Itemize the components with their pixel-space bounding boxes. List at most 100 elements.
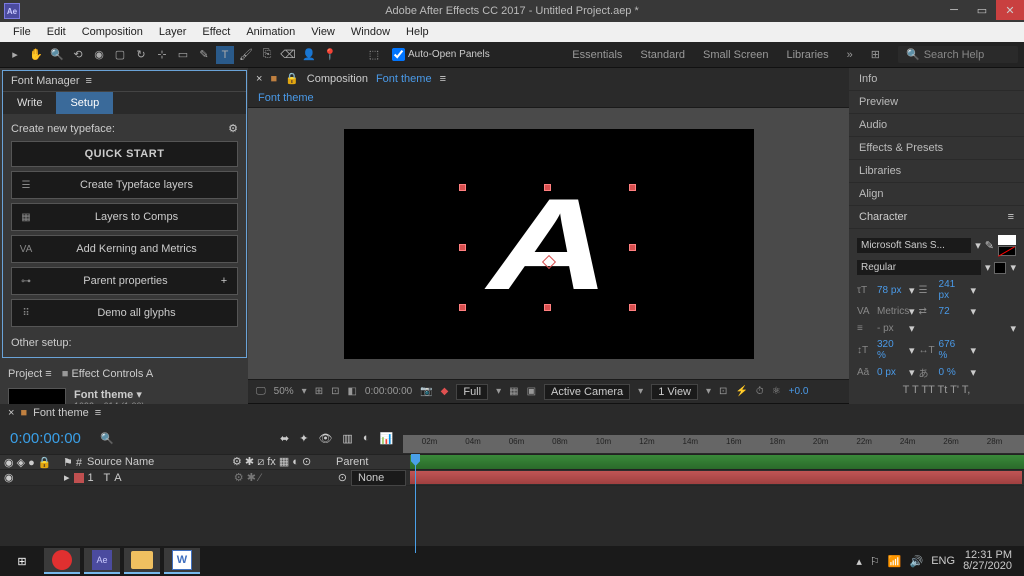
timeline-search[interactable]: 🔍 bbox=[100, 432, 240, 445]
snapshot-icon[interactable]: 📷 bbox=[420, 386, 432, 397]
graph-editor-icon[interactable]: 📊 bbox=[379, 432, 393, 445]
frame-blend-icon[interactable]: ▥ bbox=[342, 432, 352, 445]
font-family-dropdown[interactable]: Microsoft Sans S... bbox=[857, 238, 971, 253]
workspace-standard[interactable]: Standard bbox=[640, 49, 685, 61]
draft-3d-icon[interactable]: ✦ bbox=[299, 432, 308, 445]
explorer-taskbar-icon[interactable] bbox=[124, 548, 160, 574]
menu-layer[interactable]: Layer bbox=[152, 24, 194, 40]
menu-view[interactable]: View bbox=[304, 24, 342, 40]
comp-name[interactable]: Font theme ▾ bbox=[74, 388, 145, 401]
hide-shy-icon[interactable]: 👁 bbox=[318, 432, 332, 445]
clone-tool-icon[interactable]: ⎘ bbox=[258, 46, 276, 64]
brush-tool-icon[interactable]: 🖌 bbox=[237, 46, 255, 64]
after-effects-taskbar-icon[interactable]: Ae bbox=[84, 548, 120, 574]
transform-handle[interactable] bbox=[544, 304, 551, 311]
timeline-tab[interactable]: Font theme bbox=[33, 407, 89, 419]
fm-tab-setup[interactable]: Setup bbox=[56, 92, 113, 114]
mask-icon[interactable]: ◧ bbox=[347, 386, 356, 397]
menu-animation[interactable]: Animation bbox=[239, 24, 302, 40]
action-center-icon[interactable]: ⚐ bbox=[870, 555, 880, 568]
close-button[interactable]: ✕ bbox=[996, 0, 1024, 20]
pan-tool-icon[interactable]: ↻ bbox=[132, 46, 150, 64]
audio-panel[interactable]: Audio bbox=[849, 114, 1024, 137]
libraries-panel[interactable]: Libraries bbox=[849, 160, 1024, 183]
layer-name[interactable]: A bbox=[114, 472, 121, 484]
stroke-swatch[interactable] bbox=[994, 262, 1006, 274]
language-indicator[interactable]: ENG bbox=[931, 555, 955, 567]
video-toggle-icon[interactable]: ◉ bbox=[4, 471, 16, 484]
opera-taskbar-icon[interactable] bbox=[44, 548, 80, 574]
rotate-tool-icon[interactable]: ◉ bbox=[90, 46, 108, 64]
auto-open-checkbox[interactable] bbox=[392, 48, 405, 61]
zoom-tool-icon[interactable]: 🔍 bbox=[48, 46, 66, 64]
transform-handle[interactable] bbox=[544, 184, 551, 191]
close-tab-icon[interactable]: × bbox=[8, 407, 14, 419]
hand-tool-icon[interactable]: ✋ bbox=[27, 46, 45, 64]
menu-file[interactable]: File bbox=[6, 24, 38, 40]
camera-dropdown[interactable]: Active Camera bbox=[544, 384, 630, 400]
view-dropdown[interactable]: 1 View bbox=[651, 384, 698, 400]
network-icon[interactable]: 📶 bbox=[888, 555, 902, 568]
snap-icon[interactable]: ⬚ bbox=[365, 46, 383, 64]
parent-properties-button[interactable]: ⊶Parent properties+ bbox=[11, 267, 238, 295]
fm-tab-write[interactable]: Write bbox=[3, 92, 56, 114]
channel-icon[interactable]: ◆ bbox=[441, 386, 449, 397]
volume-icon[interactable]: 🔊 bbox=[910, 555, 924, 568]
quick-start-button[interactable]: QUICK START bbox=[11, 141, 238, 167]
pen-tool-icon[interactable]: ✎ bbox=[195, 46, 213, 64]
panel-menu-icon[interactable]: ≡ bbox=[85, 75, 91, 87]
minimize-button[interactable]: ─ bbox=[940, 0, 968, 20]
motion-blur-icon[interactable]: ◐ bbox=[363, 432, 370, 445]
type-tool-icon[interactable]: T bbox=[216, 46, 234, 64]
exposure-value[interactable]: +0.0 bbox=[789, 386, 809, 397]
start-button[interactable]: ⊞ bbox=[4, 548, 40, 574]
stroke-width-value[interactable]: - px bbox=[877, 323, 905, 334]
close-tab-icon[interactable]: × bbox=[256, 73, 262, 85]
transform-handle[interactable] bbox=[629, 304, 636, 311]
roi-icon[interactable]: ▣ bbox=[527, 386, 536, 397]
time-ruler[interactable]: 02m 04m 06m 08m 10m 12m 14m 16m 18m 20m … bbox=[403, 435, 1024, 453]
workspace-overflow-icon[interactable]: » bbox=[847, 49, 853, 61]
puppet-tool-icon[interactable]: 📍 bbox=[321, 46, 339, 64]
tab-menu-icon[interactable]: ≡ bbox=[95, 407, 101, 419]
project-tab[interactable]: Project ≡ bbox=[8, 368, 52, 380]
pixel-aspect-icon[interactable]: ⊡ bbox=[719, 386, 727, 397]
layer-row[interactable]: ◉ ▸ 1 T A ⚙ ✱ ⁄ ⊙ None bbox=[0, 470, 1024, 486]
composition-viewer[interactable]: A bbox=[248, 108, 849, 379]
zoom-dropdown[interactable]: 50% bbox=[274, 386, 294, 397]
layers-to-comps-button[interactable]: ▦Layers to Comps bbox=[11, 203, 238, 231]
roto-tool-icon[interactable]: 👤 bbox=[300, 46, 318, 64]
effect-controls-tab[interactable]: ■ Effect Controls A bbox=[62, 368, 153, 380]
resolution-icon[interactable]: ⊞ bbox=[315, 386, 323, 397]
workspace-small-screen[interactable]: Small Screen bbox=[703, 49, 768, 61]
comp-menu-icon[interactable]: ≡ bbox=[440, 73, 446, 85]
baseline-value[interactable]: 0 px bbox=[877, 367, 905, 378]
orbit-tool-icon[interactable]: ⟲ bbox=[69, 46, 87, 64]
hscale-value[interactable]: 676 % bbox=[939, 339, 967, 361]
transform-handle[interactable] bbox=[629, 184, 636, 191]
transform-handle[interactable] bbox=[459, 304, 466, 311]
settings-icon[interactable]: ⚙ bbox=[228, 122, 238, 135]
workspace-options-icon[interactable]: ⊞ bbox=[871, 48, 880, 61]
transparency-icon[interactable]: ▦ bbox=[509, 386, 518, 397]
maximize-button[interactable]: ▭ bbox=[968, 0, 996, 20]
search-help-input[interactable]: 🔍 Search Help bbox=[898, 46, 1018, 63]
leading-value[interactable]: 241 px bbox=[939, 279, 967, 301]
workspace-libraries[interactable]: Libraries bbox=[786, 49, 828, 61]
create-typeface-layers-button[interactable]: ☰Create Typeface layers bbox=[11, 171, 238, 199]
workspace-essentials[interactable]: Essentials bbox=[572, 49, 622, 61]
add-kerning-button[interactable]: VAAdd Kerning and Metrics bbox=[11, 235, 238, 263]
layer-color-label[interactable] bbox=[74, 473, 84, 483]
menu-help[interactable]: Help bbox=[399, 24, 436, 40]
resolution-dropdown[interactable]: Full bbox=[456, 384, 488, 400]
parent-dropdown[interactable]: None bbox=[351, 470, 406, 486]
fill-stroke-swatch[interactable] bbox=[998, 235, 1016, 256]
magnification-icon[interactable]: 🖵 bbox=[256, 386, 266, 397]
composition-canvas[interactable]: A bbox=[344, 129, 754, 359]
transform-handle[interactable] bbox=[629, 244, 636, 251]
menu-composition[interactable]: Composition bbox=[75, 24, 150, 40]
system-clock[interactable]: 12:31 PM 8/27/2020 bbox=[963, 550, 1012, 572]
font-size-value[interactable]: 78 px bbox=[877, 285, 905, 296]
camera-tool-icon[interactable]: ▢ bbox=[111, 46, 129, 64]
eraser-tool-icon[interactable]: ⌫ bbox=[279, 46, 297, 64]
